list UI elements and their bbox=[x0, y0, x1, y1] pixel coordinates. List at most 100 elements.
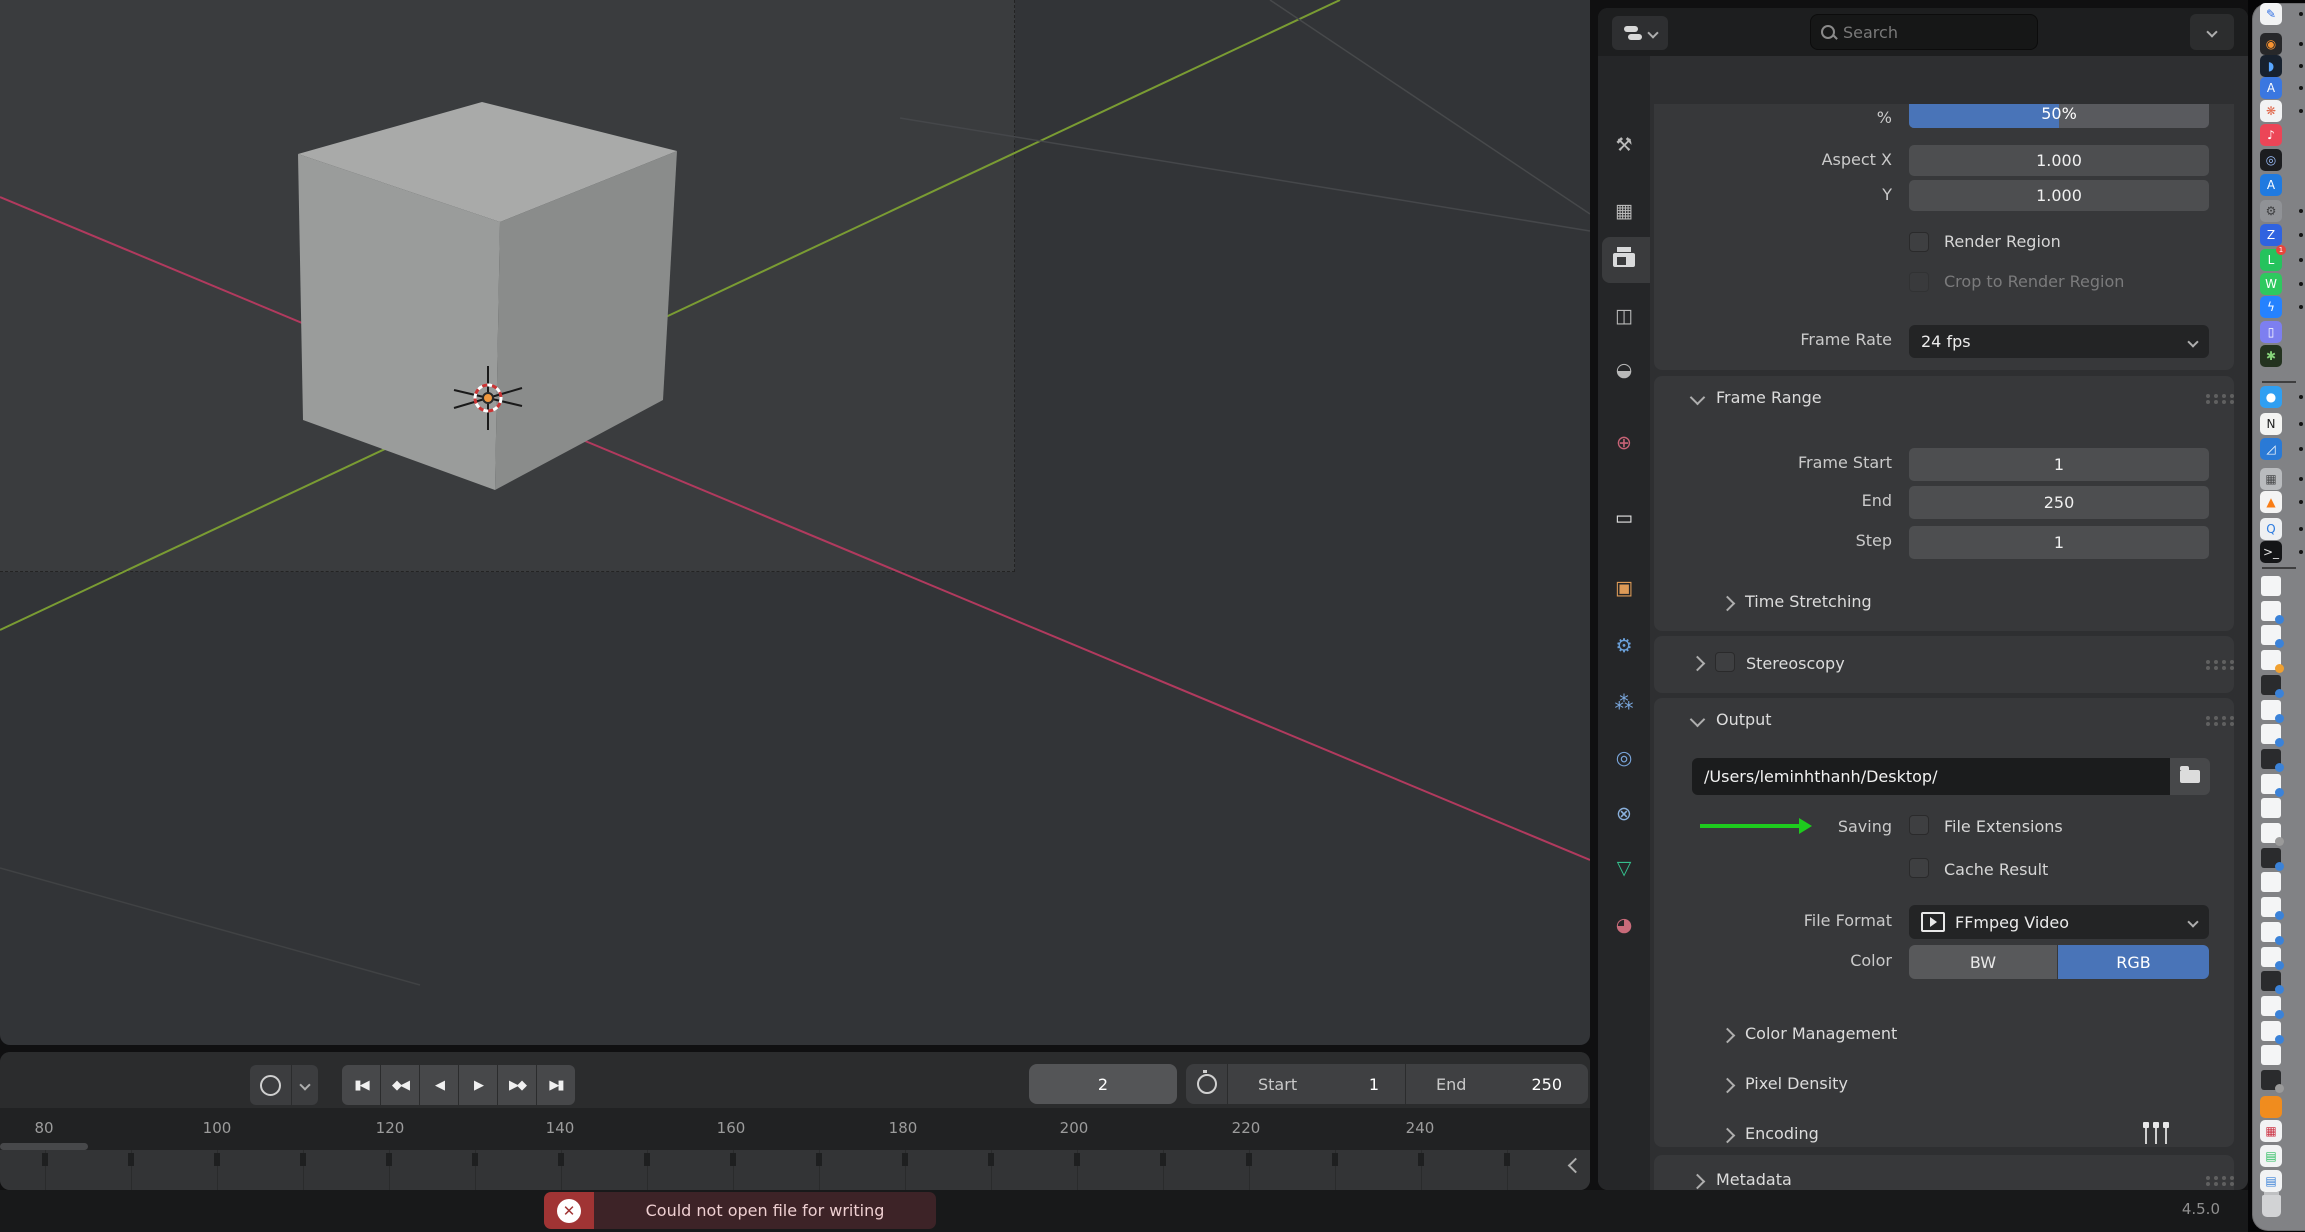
chevron-right-icon[interactable] bbox=[1720, 1028, 1736, 1044]
dock-minimized-window[interactable] bbox=[2261, 897, 2281, 917]
dock-minimized-window[interactable] bbox=[2261, 1070, 2281, 1090]
dock-messenger-app[interactable]: ϟ bbox=[2260, 296, 2282, 318]
dock-minimized-window[interactable] bbox=[2261, 724, 2281, 744]
dock-line-app[interactable]: L1 bbox=[2260, 249, 2282, 271]
crop-region-checkbox[interactable] bbox=[1909, 272, 1929, 292]
panel-grip[interactable] bbox=[2206, 1176, 2210, 1180]
dock-freeform-app[interactable]: ✎ bbox=[2260, 3, 2282, 25]
dock-color-grid[interactable]: ▦ bbox=[2260, 1120, 2282, 1142]
dock-dev-tool-app[interactable]: ✱ bbox=[2260, 345, 2282, 367]
dock-translate-app[interactable]: A bbox=[2260, 77, 2282, 99]
chevron-right-icon[interactable] bbox=[1720, 1128, 1736, 1144]
tab-output[interactable] bbox=[1598, 242, 1650, 278]
dock-minimized-window[interactable] bbox=[2261, 625, 2281, 645]
color-management-subpanel[interactable]: Color Management bbox=[1745, 1024, 1897, 1043]
file-format-dropdown[interactable]: FFmpeg Video bbox=[1909, 905, 2209, 939]
resolution-pct-slider[interactable]: 50% bbox=[1909, 104, 2209, 128]
dock-minimized-window[interactable] bbox=[2261, 700, 2281, 720]
timeline-scrollbar[interactable] bbox=[0, 1143, 88, 1150]
tab-object-data[interactable]: ▽ bbox=[1598, 850, 1650, 886]
dock-phone-mirror-app[interactable]: ▯ bbox=[2260, 321, 2282, 343]
encoding-subpanel[interactable]: Encoding bbox=[1745, 1124, 1819, 1143]
dock-minimized-window[interactable] bbox=[2261, 749, 2281, 769]
dock-notion-app[interactable]: N bbox=[2260, 413, 2282, 435]
color-rgb-button[interactable]: RGB bbox=[2058, 945, 2209, 979]
chevron-down-icon[interactable] bbox=[1690, 390, 1706, 406]
dock-minimized-window[interactable] bbox=[2261, 848, 2281, 868]
auto-keying-button[interactable] bbox=[250, 1065, 291, 1105]
jump-to-end-button[interactable]: ▶▮ bbox=[537, 1065, 575, 1105]
panel-grip[interactable] bbox=[2206, 660, 2210, 664]
timeline-ruler[interactable]: 80100120140160180200220240 bbox=[0, 1108, 1590, 1150]
dock-terminal-app[interactable]: >_ bbox=[2260, 541, 2282, 563]
dock-green-doc[interactable]: ▤ bbox=[2260, 1145, 2282, 1167]
cache-result-checkbox[interactable] bbox=[1909, 858, 1929, 878]
dock-vlc-app[interactable]: ▲ bbox=[2260, 491, 2282, 513]
render-region-checkbox[interactable] bbox=[1909, 232, 1929, 252]
frame-start-field[interactable]: 1 bbox=[1909, 448, 2209, 481]
frame-rate-dropdown[interactable]: 24 fps bbox=[1909, 325, 2209, 358]
dock-minimized-window[interactable] bbox=[2261, 872, 2281, 892]
viewport-3d[interactable] bbox=[0, 0, 1590, 1045]
frame-start-field[interactable]: Start 1 bbox=[1228, 1064, 1405, 1104]
search-input[interactable]: Search bbox=[1810, 14, 2038, 50]
tab-collection[interactable]: ▭ bbox=[1598, 500, 1650, 536]
dock-minimized-window[interactable] bbox=[2261, 774, 2281, 794]
dock-blender-app[interactable]: ◉ bbox=[2260, 33, 2282, 55]
timeline-collapse-arrow[interactable] bbox=[1570, 1156, 1581, 1175]
editor-type-button[interactable] bbox=[1612, 16, 1668, 50]
tab-tool[interactable]: ⚒ bbox=[1598, 127, 1650, 163]
use-preview-range-button[interactable] bbox=[1186, 1064, 1227, 1104]
stereoscopy-title[interactable]: Stereoscopy bbox=[1746, 654, 1845, 673]
tab-modifiers[interactable]: ⚙ bbox=[1598, 628, 1650, 664]
chevron-right-icon[interactable] bbox=[1690, 1174, 1706, 1190]
output-path-field[interactable]: /Users/leminhthanh/Desktop/ bbox=[1692, 758, 2170, 795]
play-reverse-button[interactable]: ◀ bbox=[420, 1065, 458, 1105]
dock-photos-app[interactable]: ❋ bbox=[2260, 100, 2282, 122]
frame-step-field[interactable]: 1 bbox=[1909, 526, 2209, 559]
file-extensions-checkbox[interactable] bbox=[1909, 815, 1929, 835]
dock-minimized-window[interactable] bbox=[2261, 650, 2281, 670]
error-icon-box[interactable]: ✕ bbox=[544, 1192, 594, 1229]
output-title[interactable]: Output bbox=[1716, 710, 1772, 729]
metadata-title[interactable]: Metadata bbox=[1716, 1170, 1792, 1189]
tab-view-layer[interactable]: ◫ bbox=[1598, 298, 1650, 334]
aspect-x-field[interactable]: 1.000 bbox=[1909, 145, 2209, 176]
chevron-right-icon[interactable] bbox=[1690, 656, 1706, 672]
chevron-right-icon[interactable] bbox=[1720, 596, 1736, 612]
dock-trash[interactable] bbox=[2262, 1195, 2281, 1217]
stereoscopy-checkbox[interactable] bbox=[1715, 652, 1735, 672]
pixel-density-subpanel[interactable]: Pixel Density bbox=[1745, 1074, 1848, 1093]
tab-render[interactable]: ▦ bbox=[1598, 193, 1650, 229]
panel-grip[interactable] bbox=[2206, 716, 2210, 720]
error-message[interactable]: Could not open file for writing bbox=[594, 1192, 936, 1229]
dock-orange-folder[interactable] bbox=[2260, 1096, 2282, 1118]
dock-vscode-app[interactable]: ◿ bbox=[2260, 438, 2282, 460]
tab-object[interactable]: ▣ bbox=[1598, 570, 1650, 606]
next-keyframe-button[interactable]: ▶◆ bbox=[498, 1065, 536, 1105]
dock-minimized-window[interactable] bbox=[2261, 576, 2281, 596]
tab-world[interactable]: ⊕ bbox=[1598, 425, 1650, 461]
dock-blue-doc[interactable]: ▤ bbox=[2260, 1170, 2282, 1192]
dock-zalo-app[interactable]: Z bbox=[2260, 224, 2282, 246]
timeline-channels[interactable] bbox=[0, 1150, 1590, 1190]
tab-particles[interactable]: ⁂ bbox=[1598, 685, 1650, 721]
dock-app-store[interactable]: A bbox=[2260, 174, 2282, 196]
play-button[interactable]: ▶ bbox=[459, 1065, 497, 1105]
tab-physics[interactable]: ◎ bbox=[1598, 740, 1650, 776]
dock-minimized-window[interactable] bbox=[2261, 971, 2281, 991]
dock-minimized-window[interactable] bbox=[2261, 1045, 2281, 1065]
dock-quicktime-app[interactable]: Q bbox=[2260, 518, 2282, 540]
dock-camera-blue-app[interactable]: ● bbox=[2260, 386, 2282, 408]
dock-settings-app[interactable]: ⚙ bbox=[2260, 200, 2282, 222]
dock-minimized-window[interactable] bbox=[2261, 823, 2281, 843]
panel-options-button[interactable] bbox=[2190, 14, 2234, 50]
dock-minimized-window[interactable] bbox=[2261, 1021, 2281, 1041]
tab-scene[interactable]: ◒ bbox=[1598, 352, 1650, 388]
jump-to-start-button[interactable]: ▮◀ bbox=[342, 1065, 380, 1105]
dock-minimized-window[interactable] bbox=[2261, 947, 2281, 967]
dock-minimized-window[interactable] bbox=[2261, 675, 2281, 695]
chevron-down-icon[interactable] bbox=[1690, 712, 1706, 728]
dock-music-app[interactable]: ♪ bbox=[2260, 124, 2282, 146]
browse-folder-button[interactable] bbox=[2170, 758, 2210, 795]
